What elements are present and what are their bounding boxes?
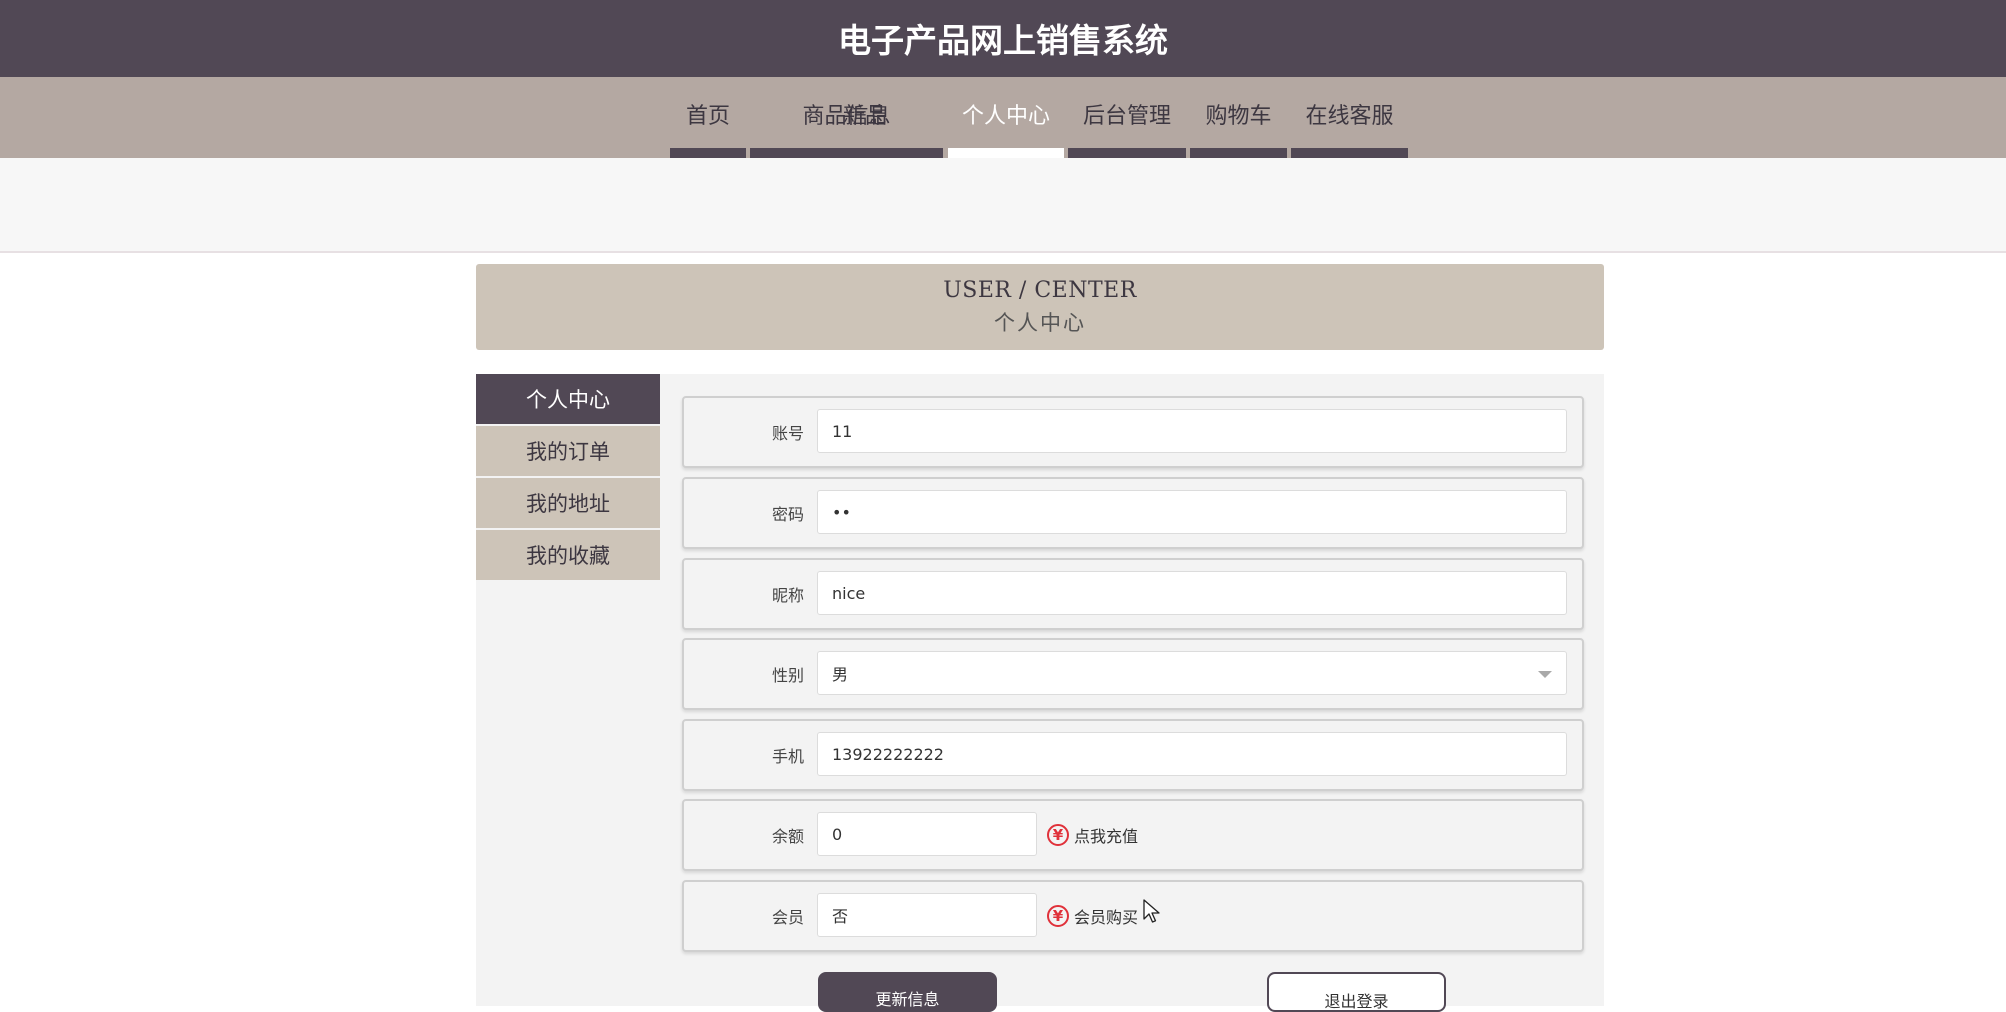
- main-nav: 首页 商品信息 新品 个人中心 后台管理 购物车 在线客服: [0, 77, 2006, 158]
- phone-label: 手机: [771, 747, 804, 766]
- nav-item-label: 后台管理: [1082, 104, 1171, 129]
- nav-item-user-center[interactable]: 个人中心: [948, 77, 1064, 158]
- sidebar-item-addresses[interactable]: 我的地址: [476, 478, 660, 528]
- sidebar-item-orders[interactable]: 我的订单: [476, 426, 660, 476]
- form-row-nickname: 昵称 nice: [682, 558, 1584, 630]
- chevron-down-icon: [1538, 671, 1552, 678]
- nav-item-label: 首页: [685, 104, 730, 129]
- logout-button[interactable]: 退出登录: [1267, 972, 1446, 1012]
- nav-underline: [1068, 148, 1186, 158]
- nav-item-admin[interactable]: 后台管理: [1068, 77, 1186, 158]
- recharge-link[interactable]: ¥ 点我充值: [1047, 821, 1138, 849]
- nav-item-cart[interactable]: 购物车: [1190, 77, 1287, 158]
- gender-label: 性别: [771, 666, 804, 685]
- sidebar-item-user-center[interactable]: 个人中心: [476, 374, 660, 424]
- account-label: 账号: [771, 424, 804, 443]
- buy-membership-link[interactable]: ¥ 会员购买: [1047, 902, 1138, 930]
- update-info-button[interactable]: 更新信息: [818, 972, 997, 1012]
- nav-item-label: 在线客服: [1305, 104, 1394, 129]
- banner-band: [0, 158, 2006, 253]
- form-row-gender: 性别 男: [682, 638, 1584, 710]
- nav-item-home[interactable]: 首页: [670, 77, 746, 158]
- phone-input[interactable]: 13922222222: [817, 732, 1567, 776]
- nav-underline: [1190, 148, 1287, 158]
- form-row-phone: 手机 13922222222: [682, 719, 1584, 791]
- mouse-cursor-icon: [1143, 899, 1160, 923]
- recharge-link-label: 点我充值: [1074, 827, 1139, 846]
- password-label: 密码: [771, 505, 804, 524]
- form-row-account: 账号 11: [682, 396, 1584, 468]
- nav-item-label: 购物车: [1205, 104, 1272, 129]
- gender-selected-value: 男: [832, 665, 849, 684]
- form-row-balance: 余额 0 ¥ 点我充值: [682, 799, 1584, 871]
- balance-label: 余额: [771, 827, 804, 846]
- member-label: 会员: [771, 908, 804, 927]
- buy-membership-link-label: 会员购买: [1074, 908, 1139, 927]
- form-row-member: 会员 否 ¥ 会员购买: [682, 880, 1584, 952]
- section-title-cn: 个人中心: [994, 311, 1086, 335]
- site-title: 电子产品网上销售系统: [838, 20, 1168, 60]
- section-title-en: USER / CENTER: [943, 278, 1137, 303]
- nav-item-label: 个人中心: [961, 104, 1050, 129]
- nickname-label: 昵称: [771, 586, 804, 605]
- member-input[interactable]: 否: [817, 893, 1037, 937]
- nav-underline: [1291, 148, 1408, 158]
- section-header: USER / CENTER 个人中心: [476, 264, 1604, 350]
- gender-select[interactable]: 男: [817, 651, 1567, 695]
- nav-underline: [948, 148, 1064, 158]
- account-input[interactable]: 11: [817, 409, 1567, 453]
- password-input[interactable]: ••: [817, 490, 1567, 534]
- sidebar-item-favorites[interactable]: 我的收藏: [476, 530, 660, 580]
- nav-underline: [670, 148, 746, 158]
- yen-icon: ¥: [1047, 905, 1069, 927]
- site-header: 电子产品网上销售系统: [0, 0, 2006, 77]
- yen-icon: ¥: [1047, 824, 1069, 846]
- form-row-password: 密码 ••: [682, 477, 1584, 549]
- nickname-input[interactable]: nice: [817, 571, 1567, 615]
- nav-underline: [750, 148, 943, 158]
- user-sidebar: 个人中心 我的订单 我的地址 我的收藏: [476, 374, 660, 582]
- nav-item-label: 新品: [843, 104, 888, 129]
- balance-input[interactable]: 0: [817, 812, 1037, 856]
- nav-item-support[interactable]: 在线客服: [1291, 77, 1408, 158]
